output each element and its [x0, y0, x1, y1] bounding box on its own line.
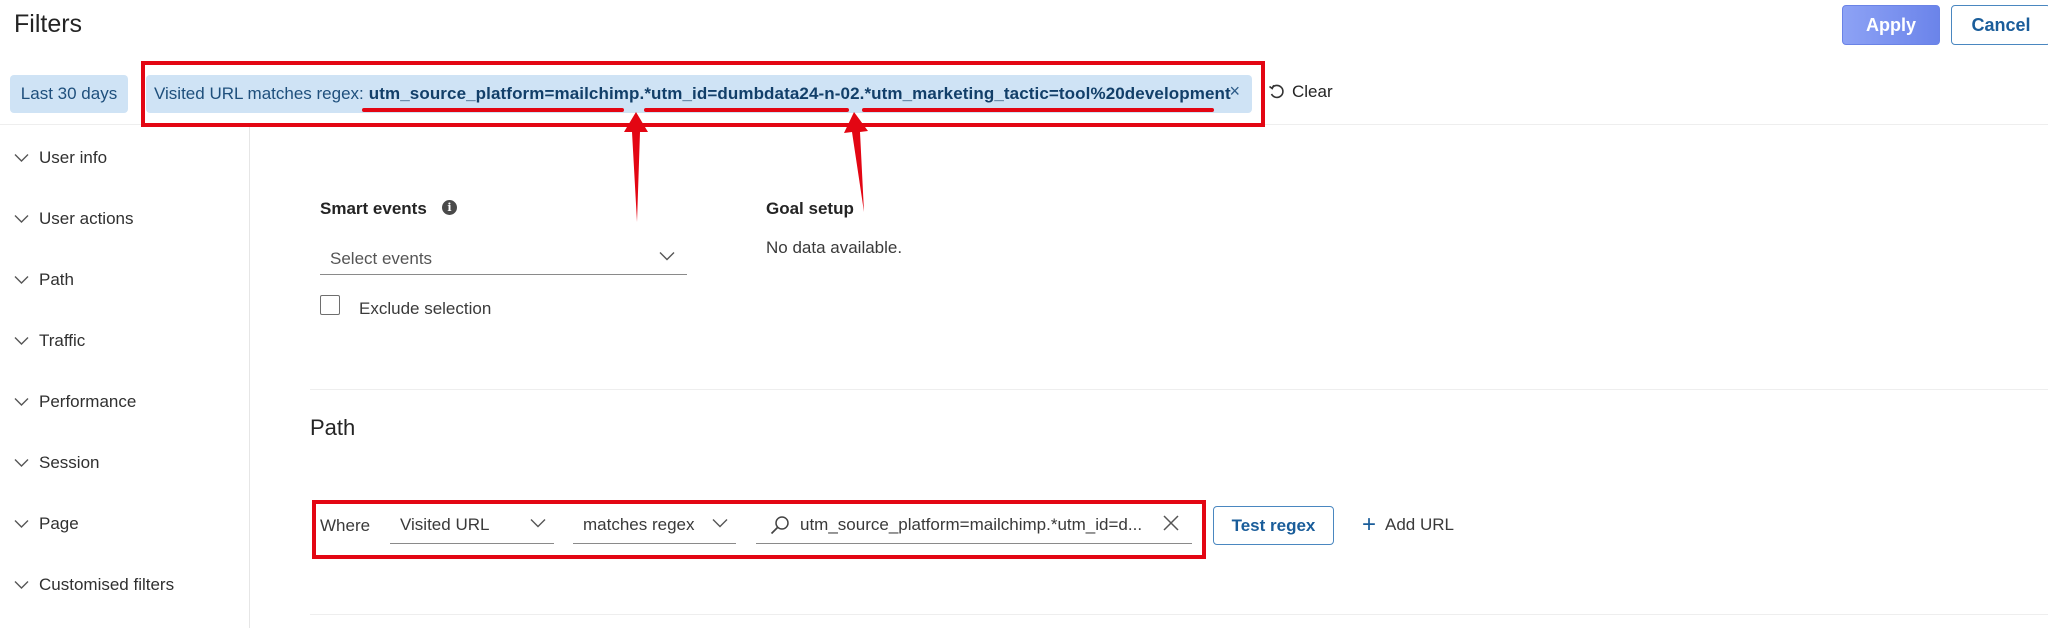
test-regex-button[interactable]: Test regex	[1213, 506, 1334, 545]
sidebar-item-customised-filters[interactable]: Customised filters	[14, 575, 174, 595]
annotation-box-path-row	[312, 500, 1206, 559]
select-events-placeholder: Select events	[330, 248, 433, 268]
cancel-button[interactable]: Cancel	[1951, 5, 2048, 45]
sidebar-item-page[interactable]: Page	[14, 514, 79, 534]
sidebar-item-label: User info	[39, 148, 108, 167]
info-icon[interactable]: i	[442, 200, 457, 215]
undo-icon	[1269, 84, 1284, 99]
sidebar-item-label: User actions	[39, 209, 134, 228]
sidebar-item-label: Traffic	[39, 331, 86, 350]
sidebar-item-performance[interactable]: Performance	[14, 392, 136, 412]
apply-button[interactable]: Apply	[1842, 5, 1940, 45]
add-url-button[interactable]: + Add URL	[1362, 511, 1454, 538]
chevron-down-icon	[14, 154, 29, 162]
path-section-title: Path	[310, 415, 356, 440]
chevron-down-icon	[14, 398, 29, 406]
chevron-down-icon	[14, 215, 29, 223]
smart-events-label: Smart events	[320, 199, 427, 218]
sidebar-item-traffic[interactable]: Traffic	[14, 331, 85, 351]
sidebar-item-path[interactable]: Path	[14, 270, 74, 290]
chevron-down-icon	[14, 337, 29, 345]
sidebar-item-label: Path	[39, 270, 74, 289]
annotation-arrow-right	[844, 112, 868, 212]
exclude-selection-checkbox[interactable]	[320, 295, 340, 315]
section-divider	[310, 389, 2048, 390]
sidebar-item-label: Performance	[39, 392, 137, 411]
chevron-down-icon	[14, 520, 29, 528]
date-range-pill[interactable]: Last 30 days	[10, 75, 128, 113]
sidebar-item-label: Customised filters	[39, 575, 175, 594]
sidebar-item-label: Page	[39, 514, 79, 533]
goal-setup-label: Goal setup	[766, 199, 854, 218]
chevron-down-icon	[14, 276, 29, 284]
chevron-down-icon	[14, 459, 29, 467]
clear-label: Clear	[1292, 82, 1333, 101]
sidebar-divider	[249, 125, 250, 628]
page-title: Filters	[14, 10, 83, 38]
select-events-dropdown[interactable]: Select events	[320, 243, 687, 275]
plus-icon: +	[1362, 511, 1377, 538]
chevron-down-icon	[14, 581, 29, 589]
goal-setup-empty-text: No data available.	[766, 238, 903, 257]
chevron-down-icon	[659, 252, 675, 261]
sidebar-item-label: Session	[39, 453, 100, 472]
annotation-arrow-left	[624, 112, 648, 222]
sidebar-item-user-actions[interactable]: User actions	[14, 209, 133, 229]
annotation-box-filter-pill	[141, 61, 1265, 127]
section-divider	[310, 614, 2048, 615]
sidebar-item-session[interactable]: Session	[14, 453, 99, 473]
exclude-selection-label: Exclude selection	[359, 299, 492, 318]
clear-filters-button[interactable]: Clear	[1268, 82, 1333, 102]
sidebar-item-user-info[interactable]: User info	[14, 148, 107, 168]
add-url-label: Add URL	[1385, 515, 1454, 534]
